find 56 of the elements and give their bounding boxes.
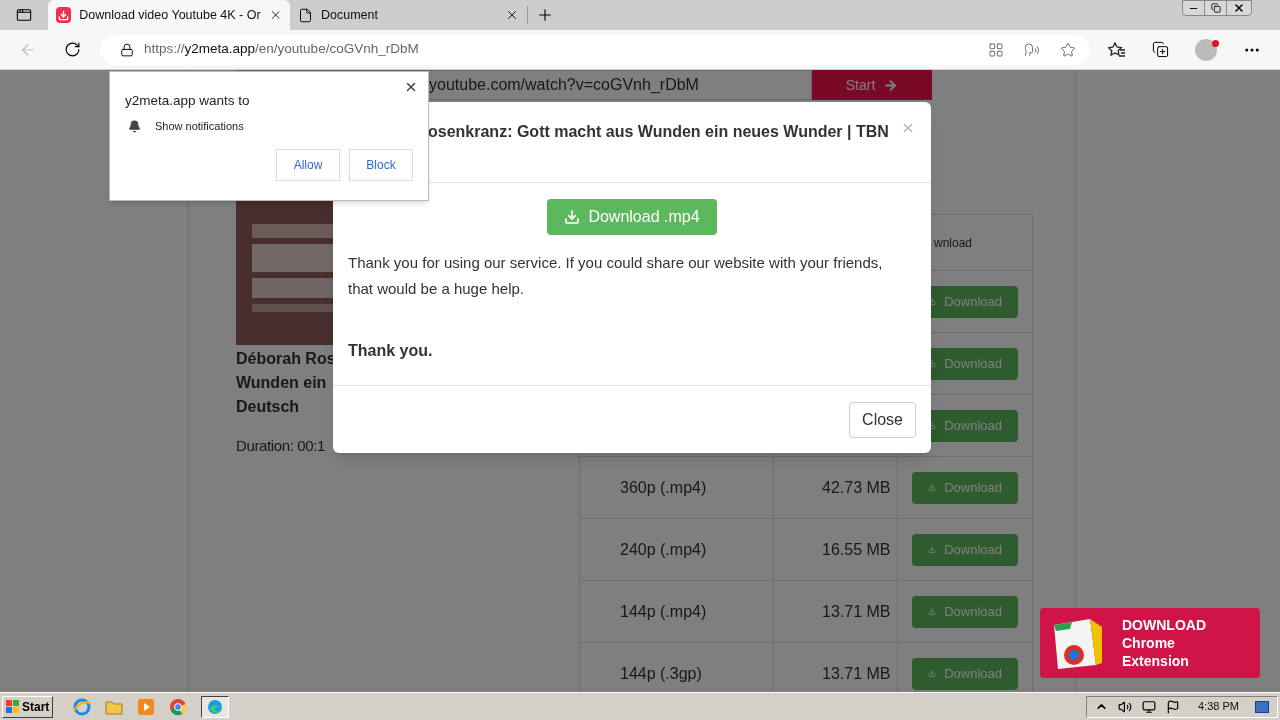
network-icon[interactable]	[1142, 699, 1157, 714]
duration-text: Duration: 00:1	[236, 436, 325, 456]
download-icon	[928, 481, 937, 494]
lock-icon	[120, 42, 134, 57]
address-bar[interactable]: https://y2meta.app/en/youtube/coGVnh_rDbM	[100, 34, 1090, 65]
quality-label: 360p (.mp4)	[620, 477, 707, 498]
close-icon[interactable]	[404, 80, 418, 94]
show-desktop-icon[interactable]	[1255, 700, 1269, 713]
file-size: 42.73 MB	[822, 477, 891, 498]
new-tab-icon[interactable]	[536, 6, 554, 24]
permission-button[interactable]: Block	[349, 148, 413, 181]
bell-icon	[128, 120, 141, 133]
windows-logo-icon	[6, 699, 20, 714]
avatar-icon[interactable]	[1195, 38, 1217, 61]
start-button[interactable]: Start	[2, 695, 54, 718]
quality-label: 144p (.3gp)	[620, 663, 702, 684]
quality-label: 240p (.mp4)	[620, 539, 707, 560]
edge-icon[interactable]	[201, 695, 230, 718]
modal-title: osenkranz: Gott macht aus Wunden ein neues Wunder | TBN	[428, 122, 890, 142]
close-button[interactable]: Close	[849, 401, 916, 438]
close-icon[interactable]	[505, 8, 519, 22]
tab-actions-icon[interactable]	[16, 7, 32, 23]
column-header: wnload	[934, 234, 973, 252]
url-text: https://y2meta.app/en/youtube/coGVnh_rDbM	[144, 40, 419, 59]
banner-text: DOWNLOAD Chrome Extension	[1122, 616, 1207, 670]
file-size: 13.71 MB	[822, 663, 891, 684]
speaker-icon[interactable]	[1118, 699, 1133, 714]
download-icon	[56, 7, 72, 23]
quality-label: 144p (.mp4)	[620, 601, 707, 622]
apps-icon[interactable]	[988, 41, 1004, 58]
tab-title: Document	[321, 6, 379, 24]
browser-tab[interactable]: Download video Youtube 4K - Or	[48, 0, 290, 30]
thank-you-message: Thank you for using our service. If you could share our website with your friends, that would be a huge help.	[348, 253, 884, 299]
flag-icon[interactable]	[1166, 699, 1181, 714]
permission-text: Show notifications	[155, 119, 244, 135]
favorites-icon[interactable]	[1108, 41, 1126, 58]
tab-title: Download video Youtube 4K - Or	[79, 6, 261, 24]
arrow-right-icon	[883, 77, 899, 93]
document-icon	[298, 7, 313, 23]
chrome-icon[interactable]	[169, 697, 188, 716]
download-button[interactable]: Download .mp4	[547, 199, 717, 235]
clock: 4:38 PM	[1198, 699, 1239, 715]
start-button[interactable]: Start	[812, 70, 932, 100]
speech-icon[interactable]	[1024, 41, 1040, 58]
collections-icon[interactable]	[1152, 41, 1169, 58]
download-icon	[928, 605, 937, 618]
download-icon	[564, 209, 581, 225]
permission-button[interactable]: Allow	[276, 148, 340, 181]
file-size: 16.55 MB	[822, 539, 891, 560]
thank-you-text: Thank you.	[348, 341, 434, 361]
download-icon	[928, 667, 937, 680]
download-icon	[928, 543, 937, 556]
file-size: 13.71 MB	[822, 601, 891, 622]
refresh-icon[interactable]	[63, 41, 81, 58]
chrome-extension-banner[interactable]: DOWNLOAD Chrome Extension	[1040, 608, 1260, 678]
star-icon[interactable]	[1060, 41, 1076, 58]
